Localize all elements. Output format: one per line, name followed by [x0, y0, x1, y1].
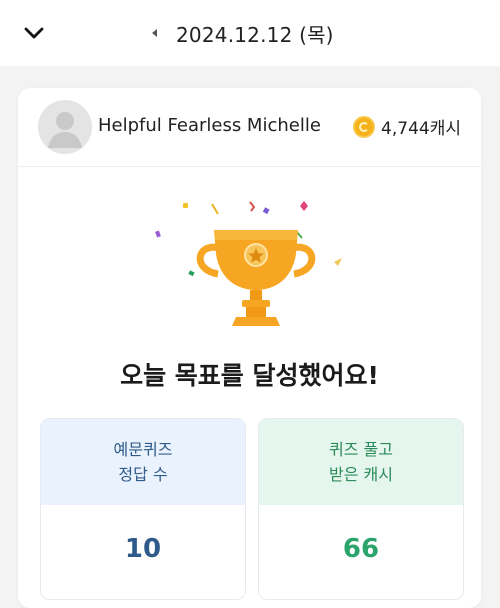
trophy-icon: [155, 201, 342, 326]
confetti-icon: [262, 207, 270, 215]
confetti-icon: [188, 270, 195, 277]
confetti-icon: [183, 203, 188, 208]
stat-quiz-cash: 퀴즈 풀고 받은 캐시 66: [258, 418, 464, 600]
profile-row: Helpful Fearless Michelle 4,744캐시: [18, 88, 481, 167]
caret-left-icon[interactable]: [150, 27, 160, 39]
stat-label-line2: 받은 캐시: [329, 465, 393, 484]
confetti-icon: [155, 230, 161, 238]
date-navigator: 2024.12.12 (목): [150, 19, 334, 47]
stat-label: 퀴즈 풀고 받은 캐시: [259, 419, 463, 505]
date-label: 2024.12.12 (목): [176, 22, 334, 47]
confetti-icon: [249, 201, 256, 212]
top-bar: 2024.12.12 (목): [0, 0, 500, 66]
stat-label-line1: 예문퀴즈: [113, 440, 173, 459]
stat-value: 10: [41, 505, 245, 599]
confetti-icon: [300, 201, 308, 211]
stat-label-line1: 퀴즈 풀고: [329, 440, 393, 459]
chevron-down-icon[interactable]: [22, 22, 46, 44]
cash-amount: 4,744캐시: [381, 119, 461, 139]
stat-quiz-correct: 예문퀴즈 정답 수 10: [40, 418, 246, 600]
confetti-icon: [334, 258, 342, 266]
achievement-card: Helpful Fearless Michelle 4,744캐시 오늘 목표를…: [18, 88, 481, 608]
cash-balance: 4,744캐시: [353, 114, 461, 139]
confetti-icon: [211, 203, 219, 215]
stat-value: 66: [259, 505, 463, 599]
avatar-placeholder-icon: [38, 100, 92, 154]
stat-label: 예문퀴즈 정답 수: [41, 419, 245, 505]
stat-label-line2: 정답 수: [118, 465, 168, 484]
user-name: Helpful Fearless Michelle: [98, 115, 321, 136]
goal-achieved-title: 오늘 목표를 달성했어요!: [120, 361, 379, 390]
coin-icon: [353, 115, 376, 138]
